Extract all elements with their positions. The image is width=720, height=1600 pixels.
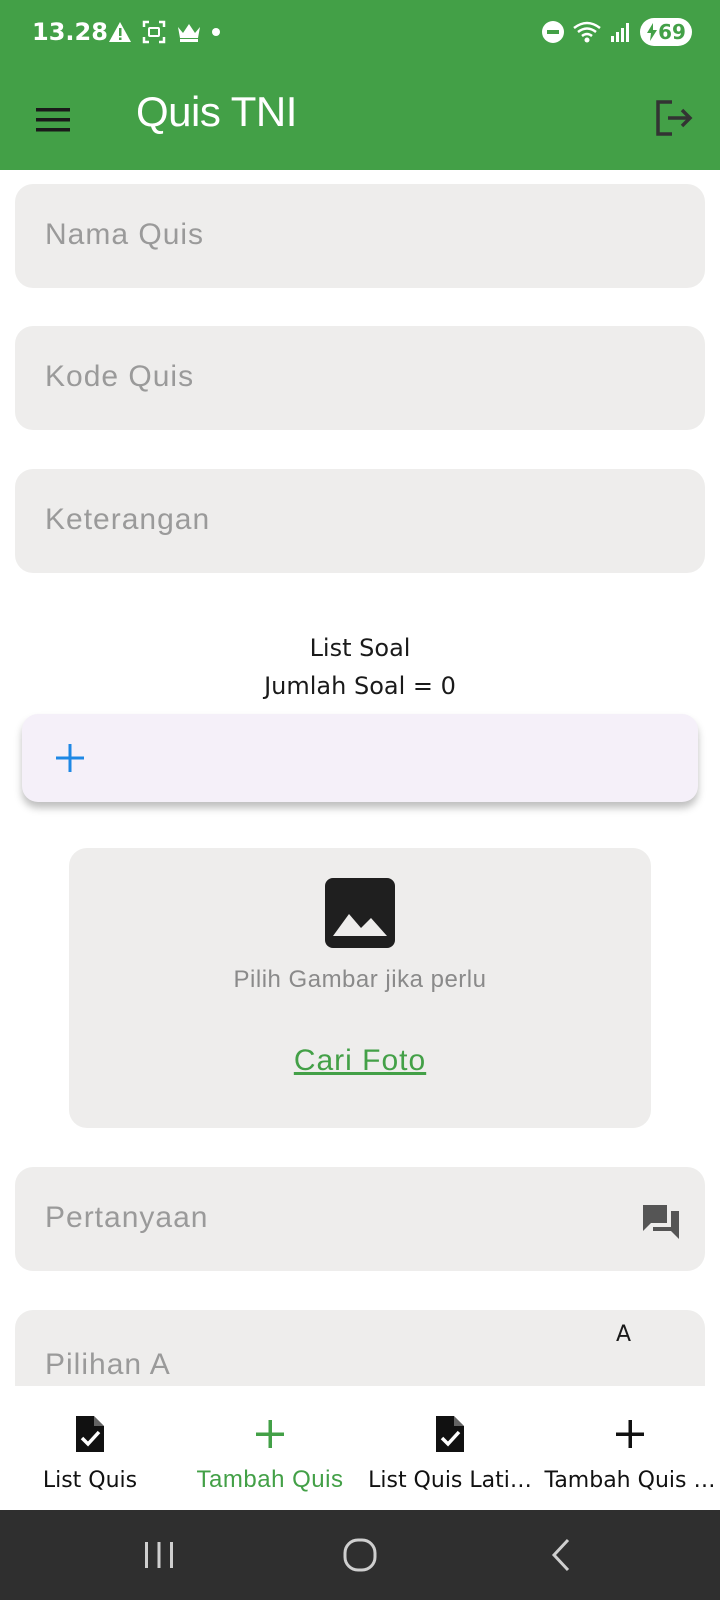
home-icon[interactable] [337, 1532, 383, 1578]
list-soal-heading: List Soal [309, 634, 411, 662]
battery-level: 69 [658, 20, 686, 44]
status-left-icons [108, 20, 220, 44]
menu-icon[interactable] [34, 100, 74, 140]
status-time: 13.28 [32, 18, 108, 46]
kode-quis-field[interactable]: Kode Quis [15, 326, 705, 430]
signal-icon [611, 23, 629, 42]
document-check-icon [76, 1416, 104, 1452]
nav-tambah-quis-latihan-label: Tambah Quis … [544, 1468, 716, 1493]
cari-foto-link[interactable]: Cari Foto [69, 1044, 651, 1078]
screenshot-icon [142, 20, 166, 44]
do-not-disturb-icon [542, 21, 564, 43]
nav-tambah-quis-label: Tambah Quis [196, 1466, 344, 1493]
nav-tambah-quis-latihan[interactable]: Tambah Quis … [540, 1386, 720, 1510]
app-bar: Quis TNI [0, 68, 720, 170]
document-check-icon [436, 1416, 464, 1452]
nav-list-quis-label: List Quis [42, 1468, 138, 1493]
recent-apps-icon[interactable] [136, 1532, 182, 1578]
charging-bolt-icon [647, 23, 658, 41]
nav-list-quis[interactable]: List Quis [0, 1386, 180, 1510]
bottom-navigation: List Quis Tambah Quis List Quis Lati… Ta… [0, 1386, 720, 1510]
crown-icon [178, 24, 200, 42]
add-soal-button[interactable] [22, 714, 698, 802]
logout-icon[interactable] [652, 96, 696, 140]
image-picker-card[interactable]: Pilih Gambar jika perlu Cari Foto [69, 848, 651, 1128]
image-icon [325, 878, 395, 948]
keterangan-field[interactable]: Keterangan [15, 469, 705, 573]
nav-list-quis-latihan[interactable]: List Quis Lati… [360, 1386, 540, 1510]
screen: 13.28 69 Quis TNI Nama Quis Kode Quis Ke… [0, 0, 720, 1600]
notification-dot [212, 28, 220, 36]
pertanyaan-field[interactable]: Pertanyaan [15, 1167, 705, 1271]
app-title: Quis TNI [136, 88, 297, 135]
nav-list-quis-latihan-label: List Quis Lati… [368, 1468, 532, 1493]
plus-icon [56, 744, 84, 772]
warning-icon [109, 22, 131, 42]
plus-icon [256, 1420, 284, 1448]
back-icon[interactable] [538, 1532, 584, 1578]
nama-quis-field[interactable]: Nama Quis [15, 184, 705, 288]
forum-icon [643, 1205, 679, 1239]
image-picker-hint: Pilih Gambar jika perlu [233, 966, 487, 993]
status-bar: 13.28 69 [0, 0, 720, 68]
jumlah-soal-label: Jumlah Soal = 0 [264, 672, 456, 700]
wifi-icon [573, 21, 601, 43]
plus-icon [616, 1420, 644, 1448]
battery-indicator: 69 [640, 18, 692, 46]
pilihan-a-field[interactable]: Pilihan A [15, 1310, 705, 1390]
system-navigation-bar [0, 1510, 720, 1600]
nav-tambah-quis[interactable]: Tambah Quis [180, 1386, 360, 1510]
pilihan-a-marker: A [616, 1322, 632, 1347]
status-right-icons: 69 [542, 18, 692, 46]
